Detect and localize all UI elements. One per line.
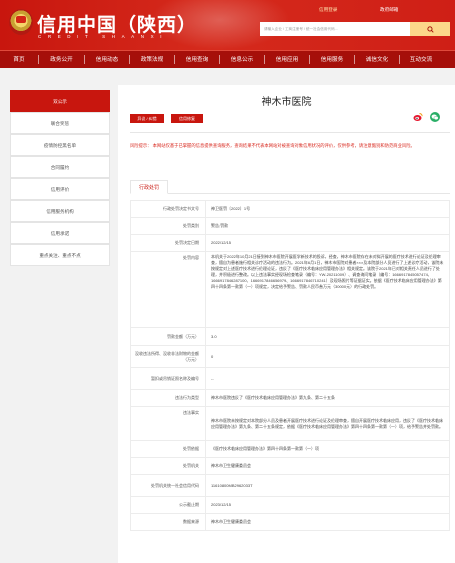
table-row: 数据来源 神木市卫生健康委员会 <box>130 513 450 531</box>
main-panel: 神木市医院 异议 / 纠错 信用修复 风险提示： 本网站仅基于已掌握的信息提供查… <box>118 85 455 563</box>
row-label: 行政处罚决定书文号 <box>130 200 206 218</box>
login-link[interactable]: 信用登录 <box>319 7 337 13</box>
tab-bar: 行政处罚 <box>130 180 450 194</box>
sidebar-item-epidemic-blacklist[interactable]: 疫情防控黑名单 <box>10 134 110 156</box>
nav-item-gov-open[interactable]: 政务公开 <box>39 51 84 69</box>
sidebar-item-key-attention[interactable]: 重点关注、重点不点 <box>10 244 110 266</box>
row-label: 处罚依据 <box>130 440 206 458</box>
penalty-detail-table: 行政处罚决定书文号 神卫医罚〔2022〕1号 处罚类别 警告;罚款 处罚决定日期… <box>130 200 450 531</box>
sidebar-item-credit-commitment[interactable]: 信用承诺 <box>10 222 110 244</box>
nav-item-credit-news[interactable]: 信用动态 <box>85 51 129 69</box>
row-value: 神木市医院违反了《医疗技术临床应用管理办法》第九条、第二十五条 <box>205 389 450 407</box>
nav-item-home[interactable]: 首页 <box>0 51 38 69</box>
row-value: 神木市卫生健康委员会 <box>205 513 450 531</box>
row-label: 处罚内容 <box>130 251 206 328</box>
nav-item-credit-services[interactable]: 信用服务 <box>310 51 354 69</box>
row-value: 3.0 <box>205 327 450 346</box>
row-value: 2022/12/15 <box>205 234 450 252</box>
site-header: 信用中国（陕西） CREDIT SHAANXI 信用登录 政府邮箱 请输入企业 … <box>0 0 455 50</box>
sidebar-item-credit-evaluation[interactable]: 信用评价 <box>10 178 110 200</box>
search-input[interactable]: 请输入企业 / 工商注册号 / 统一社会信用代码... <box>260 22 410 36</box>
row-value: 11610800MB2962033T <box>205 474 450 497</box>
weibo-share-icon[interactable] <box>413 112 423 122</box>
search-icon <box>426 25 434 33</box>
objection-button[interactable]: 异议 / 纠错 <box>130 114 164 123</box>
sidebar-item-rewards-penalties[interactable]: 联合奖惩 <box>10 112 110 134</box>
table-row: 处罚机关 神木市卫生健康委员会 <box>130 457 450 475</box>
table-row: 暂扣或吊销证照名称及编号 -- <box>130 367 450 390</box>
wechat-share-icon[interactable] <box>430 112 440 122</box>
table-row: 罚款金额（万元） 3.0 <box>130 327 450 346</box>
row-label: 公示截止期 <box>130 496 206 514</box>
row-value: 0 <box>205 345 450 368</box>
row-value: 本机关于2022年10月21日接到神木市医院开展医学新技术的投诉，经查，神木市医… <box>205 251 450 328</box>
row-value: 警告;罚款 <box>205 217 450 235</box>
nav-item-credit-query[interactable]: 信用查询 <box>175 51 219 69</box>
row-value: 神木市医院未按规定对本院部分人员及患者开展医疗技术进行论证及伦理审查，擅自开展医… <box>205 406 450 441</box>
row-label: 处罚机关 <box>130 457 206 475</box>
row-value: 《医疗技术临床应用管理办法》第四十四条第一款第（一）项 <box>205 440 450 458</box>
row-label: 处罚决定日期 <box>130 234 206 252</box>
nav-item-policy[interactable]: 政策法规 <box>130 51 174 69</box>
table-row: 公示截止期 2023/12/15 <box>130 496 450 514</box>
search-button[interactable] <box>410 22 450 36</box>
tab-administrative-penalty[interactable]: 行政处罚 <box>130 180 169 194</box>
row-label: 没收违法所得、没收非法财物的金额（万元） <box>130 345 206 368</box>
table-row: 处罚机关统一社会信用代码 11610800MB2962033T <box>130 474 450 497</box>
national-emblem-icon <box>9 9 33 35</box>
row-label: 暂扣或吊销证照名称及编号 <box>130 367 206 390</box>
row-value: 神卫医罚〔2022〕1号 <box>205 200 450 218</box>
header-divider <box>130 132 450 133</box>
nav-item-public-info[interactable]: 信息公示 <box>220 51 264 69</box>
nav-item-credit-apps[interactable]: 信用应用 <box>265 51 309 69</box>
sidebar-item-double-publicity[interactable]: 双公示 <box>10 90 110 112</box>
row-value: -- <box>205 367 450 390</box>
table-row: 违法行为类型 神木市医院违反了《医疗技术临床应用管理办法》第九条、第二十五条 <box>130 389 450 407</box>
table-row: 处罚内容 本机关于2022年10月21日接到神木市医院开展医学新技术的投诉，经查… <box>130 251 450 328</box>
row-label: 罚款金额（万元） <box>130 327 206 346</box>
table-row: 没收违法所得、没收非法财物的金额（万元） 0 <box>130 345 450 368</box>
site-title[interactable]: 信用中国（陕西） <box>37 10 197 37</box>
table-row: 违法事实 神木市医院未按规定对本院部分人员及患者开展医疗技术进行论证及伦理审查，… <box>130 406 450 441</box>
row-label: 处罚类别 <box>130 217 206 235</box>
row-value: 2023/12/15 <box>205 496 450 514</box>
row-label: 处罚机关统一社会信用代码 <box>130 474 206 497</box>
page-title: 神木市医院 <box>261 97 312 108</box>
table-row: 处罚依据 《医疗技术临床应用管理办法》第四十四条第一款第（一）项 <box>130 440 450 458</box>
table-row: 行政处罚决定书文号 神卫医罚〔2022〕1号 <box>130 200 450 218</box>
nav-item-interaction[interactable]: 互动交流 <box>400 51 442 69</box>
table-row: 处罚决定日期 2022/12/15 <box>130 234 450 252</box>
site-subtitle: CREDIT SHAANXI <box>38 34 169 39</box>
row-label: 违法行为类型 <box>130 389 206 407</box>
risk-notice: 风险提示： 本网站仅基于已掌握的信息提供查询服务，查询结果不代表本网站对被查询对… <box>130 143 415 148</box>
table-row: 处罚类别 警告;罚款 <box>130 217 450 235</box>
sidebar-item-service-agencies[interactable]: 信用服务机构 <box>10 200 110 222</box>
nav-item-culture[interactable]: 诚信文化 <box>355 51 399 69</box>
gov-mail-link[interactable]: 政府邮箱 <box>380 7 398 13</box>
credit-repair-button[interactable]: 信用修复 <box>171 114 203 123</box>
sidebar-item-contract-performance[interactable]: 合同履约 <box>10 156 110 178</box>
row-value: 神木市卫生健康委员会 <box>205 457 450 475</box>
row-label: 违法事实 <box>130 406 206 441</box>
main-nav: 首页 政务公开 信用动态 政策法规 信用查询 信息公示 信用应用 信用服务 诚信… <box>0 50 455 68</box>
sidebar: 双公示 联合奖惩 疫情防控黑名单 合同履约 信用评价 信用服务机构 信用承诺 重… <box>10 90 110 266</box>
row-label: 数据来源 <box>130 513 206 531</box>
